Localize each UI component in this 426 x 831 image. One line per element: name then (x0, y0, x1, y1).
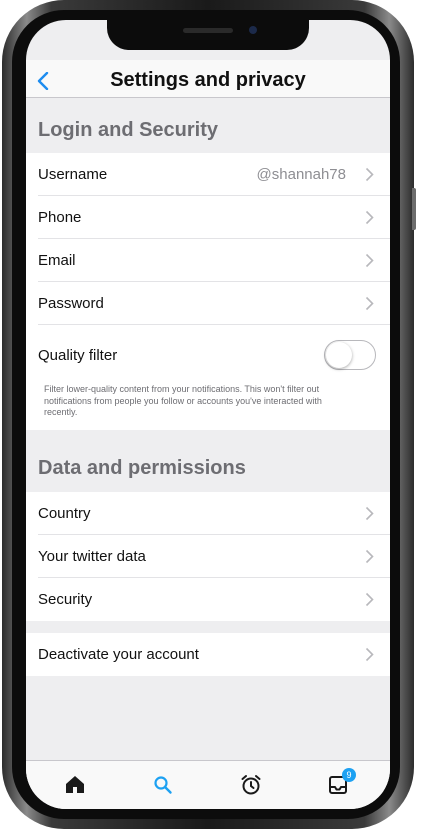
row-label: Your twitter data (38, 548, 146, 565)
quality-filter-description: Filter lower-quality content from your n… (44, 384, 322, 417)
chevron-right-icon (365, 592, 374, 607)
alarm-clock-icon[interactable] (239, 773, 263, 797)
inbox-badge: 9 (342, 768, 356, 782)
row-label: Phone (38, 209, 82, 226)
row-label: Security (38, 591, 93, 608)
speaker-grille (183, 28, 233, 33)
settings-row-twitter-data[interactable]: Your twitter data (26, 535, 390, 578)
chevron-right-icon (365, 296, 374, 311)
section-header-data-permissions: Data and permissions (26, 430, 390, 492)
screen: Settings and privacy Login and Security … (26, 20, 390, 809)
navigation-bar: Settings and privacy (26, 60, 390, 98)
username-value: @shannah78 (256, 166, 346, 183)
row-label: Email (38, 252, 76, 269)
section-title: Login and Security (38, 119, 219, 141)
phone-side-button (412, 188, 416, 230)
home-icon[interactable] (63, 773, 87, 797)
tab-bar: 9 (26, 760, 390, 809)
quality-filter-toggle[interactable] (324, 340, 376, 370)
chevron-right-icon (365, 647, 374, 662)
settings-row-phone[interactable]: Phone (26, 196, 390, 239)
toggle-knob (326, 342, 352, 368)
row-label: Quality filter (38, 347, 118, 364)
settings-row-quality-filter: Quality filter Filter lower-quality cont… (26, 325, 390, 430)
section-header-login-security: Login and Security (26, 98, 390, 153)
chevron-right-icon (365, 253, 374, 268)
settings-row-username[interactable]: Username @shannah78 (26, 153, 390, 196)
front-camera (249, 26, 257, 34)
chevron-right-icon (365, 210, 374, 225)
chevron-right-icon (365, 167, 374, 182)
row-label: Username (38, 166, 108, 183)
settings-row-security[interactable]: Security (26, 578, 390, 621)
settings-row-password[interactable]: Password (26, 282, 390, 325)
settings-row-country[interactable]: Country (26, 492, 390, 535)
section-title: Data and permissions (38, 457, 246, 479)
deactivate-account-row[interactable]: Deactivate your account (26, 633, 390, 676)
page-title: Settings and privacy (110, 69, 306, 91)
row-label: Password (38, 295, 104, 312)
chevron-right-icon (365, 506, 374, 521)
search-icon[interactable] (151, 773, 175, 797)
row-label: Deactivate your account (38, 646, 199, 663)
row-label: Country (38, 505, 91, 522)
settings-row-email[interactable]: Email (26, 239, 390, 282)
notch (107, 20, 309, 50)
chevron-right-icon (365, 549, 374, 564)
